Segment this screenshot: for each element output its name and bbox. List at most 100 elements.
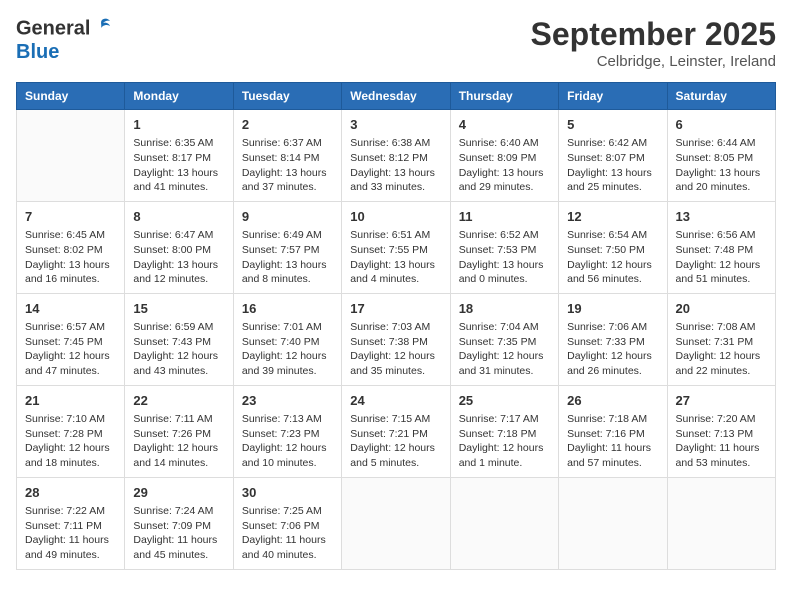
day-number: 6 bbox=[676, 116, 767, 134]
day-number: 18 bbox=[459, 300, 550, 318]
header-row: SundayMondayTuesdayWednesdayThursdayFrid… bbox=[17, 83, 776, 110]
day-info: Sunrise: 6:56 AMSunset: 7:48 PMDaylight:… bbox=[676, 228, 767, 287]
day-info: Sunrise: 6:59 AMSunset: 7:43 PMDaylight:… bbox=[133, 320, 224, 379]
calendar-cell: 14Sunrise: 6:57 AMSunset: 7:45 PMDayligh… bbox=[17, 293, 125, 385]
calendar-cell: 3Sunrise: 6:38 AMSunset: 8:12 PMDaylight… bbox=[342, 110, 450, 202]
calendar-cell: 13Sunrise: 6:56 AMSunset: 7:48 PMDayligh… bbox=[667, 201, 775, 293]
logo-bird-icon bbox=[90, 16, 112, 38]
page-header: General Blue September 2025 Celbridge, L… bbox=[16, 16, 776, 70]
day-info: Sunrise: 7:11 AMSunset: 7:26 PMDaylight:… bbox=[133, 412, 224, 471]
calendar-cell: 11 Sunrise: 6:52 AMSunset: 7:53 PMDayligh… bbox=[450, 201, 558, 293]
column-header-monday: Monday bbox=[125, 83, 233, 110]
day-info: Sunrise: 7:18 AMSunset: 7:16 PMDaylight:… bbox=[567, 412, 658, 471]
calendar-cell: 27Sunrise: 7:20 AMSunset: 7:13 PMDayligh… bbox=[667, 385, 775, 477]
calendar-cell: 8 Sunrise: 6:47 AMSunset: 8:00 PMDaylight… bbox=[125, 201, 233, 293]
day-info: Sunrise: 7:20 AMSunset: 7:13 PMDaylight:… bbox=[676, 412, 767, 471]
day-info: Sunrise: 6:47 AMSunset: 8:00 PMDaylight:… bbox=[133, 228, 224, 287]
calendar-cell: 16Sunrise: 7:01 AMSunset: 7:40 PMDayligh… bbox=[233, 293, 341, 385]
calendar-body: 1 Sunrise: 6:35 AMSunset: 8:17 PMDaylight… bbox=[17, 110, 776, 570]
title-block: September 2025 Celbridge, Leinster, Irel… bbox=[531, 16, 776, 70]
day-info: Sunrise: 7:10 AMSunset: 7:28 PMDaylight:… bbox=[25, 412, 116, 471]
calendar-header: SundayMondayTuesdayWednesdayThursdayFrid… bbox=[17, 83, 776, 110]
week-row-1: 1 Sunrise: 6:35 AMSunset: 8:17 PMDaylight… bbox=[17, 110, 776, 202]
month-title: September 2025 bbox=[531, 16, 776, 53]
week-row-2: 7 Sunrise: 6:45 AMSunset: 8:02 PMDaylight… bbox=[17, 201, 776, 293]
day-info: Sunrise: 6:35 AMSunset: 8:17 PMDaylight:… bbox=[133, 136, 224, 195]
day-number: 28 bbox=[25, 484, 116, 502]
logo-general-text: General bbox=[16, 17, 90, 39]
day-info: Sunrise: 7:04 AMSunset: 7:35 PMDaylight:… bbox=[459, 320, 550, 379]
day-number: 22 bbox=[133, 392, 224, 410]
day-number: 11 bbox=[459, 208, 550, 226]
column-header-thursday: Thursday bbox=[450, 83, 558, 110]
day-info: Sunrise: 6:42 AMSunset: 8:07 PMDaylight:… bbox=[567, 136, 658, 195]
day-info: Sunrise: 6:54 AMSunset: 7:50 PMDaylight:… bbox=[567, 228, 658, 287]
calendar-cell: 12 Sunrise: 6:54 AMSunset: 7:50 PMDayligh… bbox=[559, 201, 667, 293]
calendar-cell: 30Sunrise: 7:25 AMSunset: 7:06 PMDayligh… bbox=[233, 477, 341, 569]
calendar-cell: 25 Sunrise: 7:17 AMSunset: 7:18 PMDayligh… bbox=[450, 385, 558, 477]
logo-blue-text: Blue bbox=[16, 41, 59, 63]
calendar-cell: 28Sunrise: 7:22 AMSunset: 7:11 PMDayligh… bbox=[17, 477, 125, 569]
day-number: 2 bbox=[242, 116, 333, 134]
column-header-saturday: Saturday bbox=[667, 83, 775, 110]
week-row-4: 21 Sunrise: 7:10 AMSunset: 7:28 PMDayligh… bbox=[17, 385, 776, 477]
calendar-cell: 1 Sunrise: 6:35 AMSunset: 8:17 PMDaylight… bbox=[125, 110, 233, 202]
calendar-cell: 4 Sunrise: 6:40 AMSunset: 8:09 PMDaylight… bbox=[450, 110, 558, 202]
calendar-cell: 23Sunrise: 7:13 AMSunset: 7:23 PMDayligh… bbox=[233, 385, 341, 477]
day-info: Sunrise: 7:06 AMSunset: 7:33 PMDaylight:… bbox=[567, 320, 658, 379]
column-header-sunday: Sunday bbox=[17, 83, 125, 110]
day-number: 8 bbox=[133, 208, 224, 226]
day-info: Sunrise: 6:38 AMSunset: 8:12 PMDaylight:… bbox=[350, 136, 441, 195]
day-number: 26 bbox=[567, 392, 658, 410]
column-header-tuesday: Tuesday bbox=[233, 83, 341, 110]
calendar-cell: 22 Sunrise: 7:11 AMSunset: 7:26 PMDayligh… bbox=[125, 385, 233, 477]
calendar-cell: 19 Sunrise: 7:06 AMSunset: 7:33 PMDayligh… bbox=[559, 293, 667, 385]
calendar-cell bbox=[450, 477, 558, 569]
calendar-cell: 9 Sunrise: 6:49 AMSunset: 7:57 PMDaylight… bbox=[233, 201, 341, 293]
calendar-cell: 7 Sunrise: 6:45 AMSunset: 8:02 PMDaylight… bbox=[17, 201, 125, 293]
calendar-cell: 5Sunrise: 6:42 AMSunset: 8:07 PMDaylight… bbox=[559, 110, 667, 202]
column-header-friday: Friday bbox=[559, 83, 667, 110]
calendar-cell: 15Sunrise: 6:59 AMSunset: 7:43 PMDayligh… bbox=[125, 293, 233, 385]
day-info: Sunrise: 6:44 AMSunset: 8:05 PMDaylight:… bbox=[676, 136, 767, 195]
calendar-cell: 6 Sunrise: 6:44 AMSunset: 8:05 PMDaylight… bbox=[667, 110, 775, 202]
day-info: Sunrise: 7:13 AMSunset: 7:23 PMDaylight:… bbox=[242, 412, 333, 471]
logo: General Blue bbox=[16, 16, 112, 62]
day-info: Sunrise: 7:24 AMSunset: 7:09 PMDaylight:… bbox=[133, 504, 224, 563]
day-info: Sunrise: 7:15 AMSunset: 7:21 PMDaylight:… bbox=[350, 412, 441, 471]
day-info: Sunrise: 6:49 AMSunset: 7:57 PMDaylight:… bbox=[242, 228, 333, 287]
location: Celbridge, Leinster, Ireland bbox=[531, 53, 776, 70]
calendar-cell bbox=[342, 477, 450, 569]
calendar-cell: 10 Sunrise: 6:51 AMSunset: 7:55 PMDayligh… bbox=[342, 201, 450, 293]
day-info: Sunrise: 6:57 AMSunset: 7:45 PMDaylight:… bbox=[25, 320, 116, 379]
calendar-cell: 21 Sunrise: 7:10 AMSunset: 7:28 PMDayligh… bbox=[17, 385, 125, 477]
day-number: 4 bbox=[459, 116, 550, 134]
day-number: 19 bbox=[567, 300, 658, 318]
day-number: 10 bbox=[350, 208, 441, 226]
day-info: Sunrise: 6:51 AMSunset: 7:55 PMDaylight:… bbox=[350, 228, 441, 287]
calendar-cell bbox=[17, 110, 125, 202]
day-number: 9 bbox=[242, 208, 333, 226]
day-number: 25 bbox=[459, 392, 550, 410]
day-info: Sunrise: 7:01 AMSunset: 7:40 PMDaylight:… bbox=[242, 320, 333, 379]
day-number: 20 bbox=[676, 300, 767, 318]
day-number: 21 bbox=[25, 392, 116, 410]
day-info: Sunrise: 6:37 AMSunset: 8:14 PMDaylight:… bbox=[242, 136, 333, 195]
day-info: Sunrise: 6:52 AMSunset: 7:53 PMDaylight:… bbox=[459, 228, 550, 287]
day-number: 12 bbox=[567, 208, 658, 226]
day-number: 29 bbox=[133, 484, 224, 502]
calendar-cell bbox=[667, 477, 775, 569]
day-number: 1 bbox=[133, 116, 224, 134]
calendar-cell: 2 Sunrise: 6:37 AMSunset: 8:14 PMDaylight… bbox=[233, 110, 341, 202]
day-number: 30 bbox=[242, 484, 333, 502]
calendar-cell: 20Sunrise: 7:08 AMSunset: 7:31 PMDayligh… bbox=[667, 293, 775, 385]
day-info: Sunrise: 7:17 AMSunset: 7:18 PMDaylight:… bbox=[459, 412, 550, 471]
calendar-cell: 17Sunrise: 7:03 AMSunset: 7:38 PMDayligh… bbox=[342, 293, 450, 385]
calendar-cell: 24Sunrise: 7:15 AMSunset: 7:21 PMDayligh… bbox=[342, 385, 450, 477]
calendar-cell bbox=[559, 477, 667, 569]
day-number: 7 bbox=[25, 208, 116, 226]
day-info: Sunrise: 6:45 AMSunset: 8:02 PMDaylight:… bbox=[25, 228, 116, 287]
calendar-table: SundayMondayTuesdayWednesdayThursdayFrid… bbox=[16, 82, 776, 570]
day-info: Sunrise: 6:40 AMSunset: 8:09 PMDaylight:… bbox=[459, 136, 550, 195]
calendar-cell: 29 Sunrise: 7:24 AMSunset: 7:09 PMDayligh… bbox=[125, 477, 233, 569]
